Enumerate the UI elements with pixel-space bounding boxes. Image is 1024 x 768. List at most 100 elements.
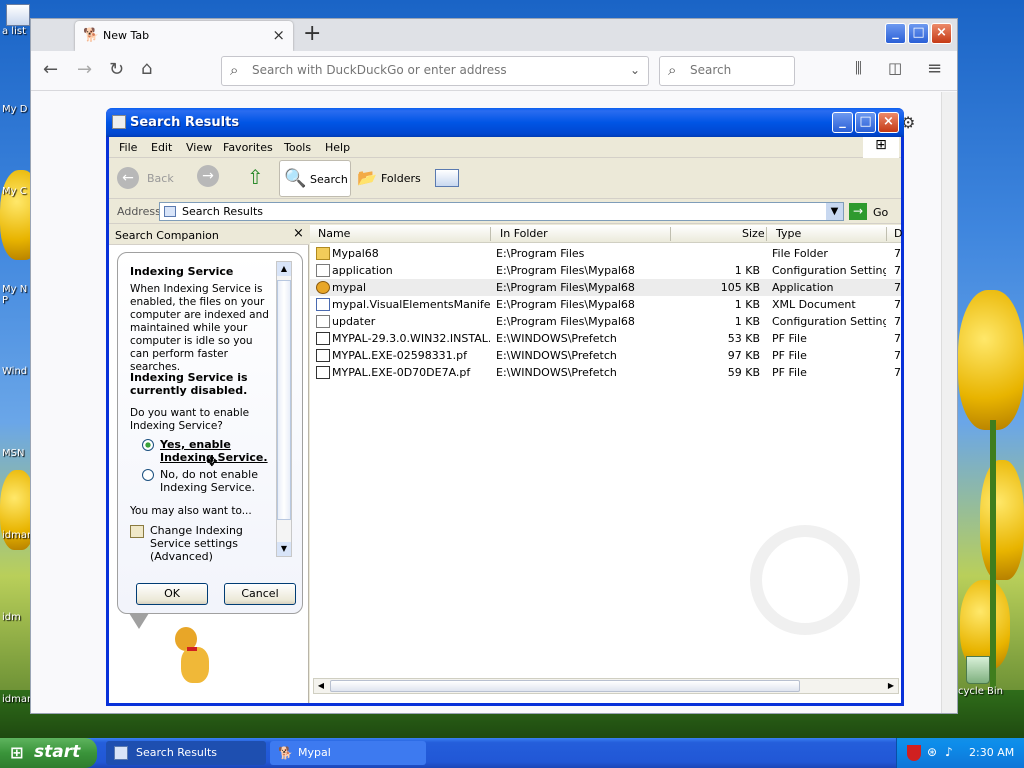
table-row[interactable]: application E:\Program Files\Mypal68 1 KB C… — [310, 262, 901, 279]
menu-view[interactable]: View — [186, 141, 212, 154]
cell-extra: 7 — [894, 366, 901, 379]
page-scrollbar[interactable] — [941, 92, 957, 713]
title-bar[interactable]: Search Results _ □ × — [106, 108, 904, 137]
up-folder-icon[interactable]: ⇧ — [247, 165, 264, 189]
cell-extra: 7 — [894, 281, 901, 294]
balloon-scrollbar[interactable]: ▲ ▼ — [276, 261, 292, 557]
cell-size: 1 KB — [734, 264, 760, 277]
chevron-down-icon[interactable]: ⌄ — [630, 63, 640, 77]
url-input[interactable] — [252, 63, 612, 77]
cell-type: PF File — [772, 349, 807, 362]
reload-icon[interactable]: ↻ — [109, 59, 124, 80]
close-tab-icon[interactable]: × — [272, 26, 285, 44]
cell-folder: E:\WINDOWS\Prefetch — [496, 349, 617, 362]
tulip-decoration — [958, 290, 1024, 430]
cell-type: Configuration Settings — [772, 264, 886, 277]
table-row[interactable]: updater E:\Program Files\Mypal68 1 KB Confi… — [310, 313, 901, 330]
sidebar-icon[interactable]: ◫ — [888, 59, 902, 77]
folders-button[interactable]: 📂 Folders — [355, 160, 425, 197]
menu-edit[interactable]: Edit — [151, 141, 172, 154]
menu-help[interactable]: Help — [325, 141, 350, 154]
address-field[interactable]: Search Results ▼ — [159, 202, 844, 221]
list-header: Name In Folder Size Type D — [310, 225, 902, 243]
menu-file[interactable]: File — [119, 141, 137, 154]
close-button[interactable]: × — [878, 112, 899, 133]
cell-folder: E:\Program Files\Mypal68 — [496, 281, 635, 294]
home-icon[interactable]: ⌂ — [141, 58, 152, 79]
scroll-thumb[interactable] — [277, 280, 291, 520]
cell-extra: 7 — [894, 247, 901, 260]
tab-new-tab[interactable]: 🐕 New Tab × — [75, 21, 293, 51]
back-arrow-icon[interactable]: ← — [43, 59, 58, 80]
search-input[interactable] — [690, 63, 786, 77]
search-results-window: Search Results _ □ × File Edit View Favo… — [106, 108, 904, 706]
chevron-down-icon[interactable]: ▼ — [826, 203, 843, 220]
taskbar-item-mypal[interactable]: 🐕 Mypal — [270, 741, 426, 765]
balloon-question: Do you want to enable Indexing Service? — [130, 407, 250, 432]
close-pane-icon[interactable]: × — [293, 226, 304, 241]
config-file-icon — [316, 264, 330, 277]
minimize-button[interactable]: _ — [885, 23, 906, 44]
scroll-right-icon[interactable]: ▶ — [884, 679, 898, 693]
forward-arrow-icon[interactable]: → — [77, 59, 92, 80]
cell-name: updater — [332, 315, 376, 328]
horizontal-scrollbar[interactable]: ◀ ▶ — [313, 678, 899, 694]
column-divider[interactable] — [490, 227, 491, 241]
scroll-left-icon[interactable]: ◀ — [314, 679, 328, 693]
close-button[interactable]: × — [931, 23, 952, 44]
cell-name: application — [332, 264, 393, 277]
column-extra[interactable]: D — [894, 227, 902, 240]
column-name[interactable]: Name — [318, 227, 350, 240]
menu-favorites[interactable]: Favorites — [223, 141, 273, 154]
address-bar: Address Search Results ▼ → Go — [109, 200, 901, 224]
volume-icon[interactable]: ♪ — [945, 745, 953, 759]
column-divider[interactable] — [886, 227, 887, 241]
mouse-pointer-icon: ✥ — [206, 454, 218, 470]
cell-size: 97 KB — [727, 349, 760, 362]
new-tab-plus-icon[interactable]: + — [303, 21, 321, 46]
column-in-folder[interactable]: In Folder — [500, 227, 548, 240]
column-type[interactable]: Type — [776, 227, 801, 240]
search-dog-icon[interactable] — [165, 623, 221, 695]
table-row[interactable]: MYPAL.EXE-02598331.pf E:\WINDOWS\Prefetch… — [310, 347, 901, 364]
balloon-tail — [129, 613, 149, 629]
indexing-balloon: Indexing Service When Indexing Service i… — [117, 252, 303, 614]
column-size[interactable]: Size — [742, 227, 765, 240]
maximize-button[interactable]: □ — [855, 112, 876, 133]
table-row[interactable]: MYPAL.EXE-0D70DE7A.pf E:\WINDOWS\Prefetch… — [310, 364, 901, 381]
column-divider[interactable] — [766, 227, 767, 241]
table-row[interactable]: mypal E:\Program Files\Mypal68 105 KB Appli… — [310, 279, 901, 296]
menu-icon[interactable]: ≡ — [927, 58, 942, 79]
url-bar[interactable]: ⌕ ⌄ — [221, 56, 649, 86]
windows-logo-icon: ⊞ — [863, 137, 899, 158]
start-button[interactable]: ⊞ start — [0, 738, 97, 768]
cell-extra: 7 — [894, 264, 901, 277]
recycle-bin[interactable]: cycle Bin — [958, 656, 1018, 697]
scroll-up-icon[interactable]: ▲ — [277, 262, 291, 276]
column-divider[interactable] — [670, 227, 671, 241]
table-row[interactable]: Mypal68 E:\Program Files File Folder 7 — [310, 245, 901, 262]
menu-tools[interactable]: Tools — [284, 141, 311, 154]
table-row[interactable]: mypal.VisualElementsManifest E:\Program F… — [310, 296, 901, 313]
views-icon[interactable] — [435, 169, 459, 187]
search-box[interactable]: ⌕ — [659, 56, 795, 86]
network-icon[interactable]: ⊛ — [927, 745, 937, 759]
taskbar-item-search-results[interactable]: Search Results — [106, 741, 266, 765]
security-shield-icon[interactable] — [907, 745, 921, 761]
library-icon[interactable]: ⫼ — [855, 59, 862, 77]
scroll-down-icon[interactable]: ▼ — [277, 542, 291, 556]
watermark-magnifier-icon — [750, 525, 860, 635]
cell-size: 1 KB — [734, 315, 760, 328]
forward-arrow-icon[interactable]: → — [197, 165, 219, 187]
minimize-button[interactable]: _ — [832, 112, 853, 133]
magnifier-icon: 🔍 — [284, 168, 307, 189]
cancel-button[interactable]: Cancel — [224, 583, 296, 605]
cell-size: 59 KB — [727, 366, 760, 379]
clock: 2:30 AM — [969, 746, 1015, 759]
scroll-thumb[interactable] — [330, 680, 800, 692]
table-row[interactable]: MYPAL-29.3.0.WIN32.INSTAL... E:\WINDOWS\P… — [310, 330, 901, 347]
ok-button[interactable]: OK — [136, 583, 208, 605]
search-button[interactable]: 🔍 Search — [279, 160, 351, 197]
maximize-button[interactable]: □ — [908, 23, 929, 44]
cell-name: mypal.VisualElementsManifest — [332, 298, 490, 311]
